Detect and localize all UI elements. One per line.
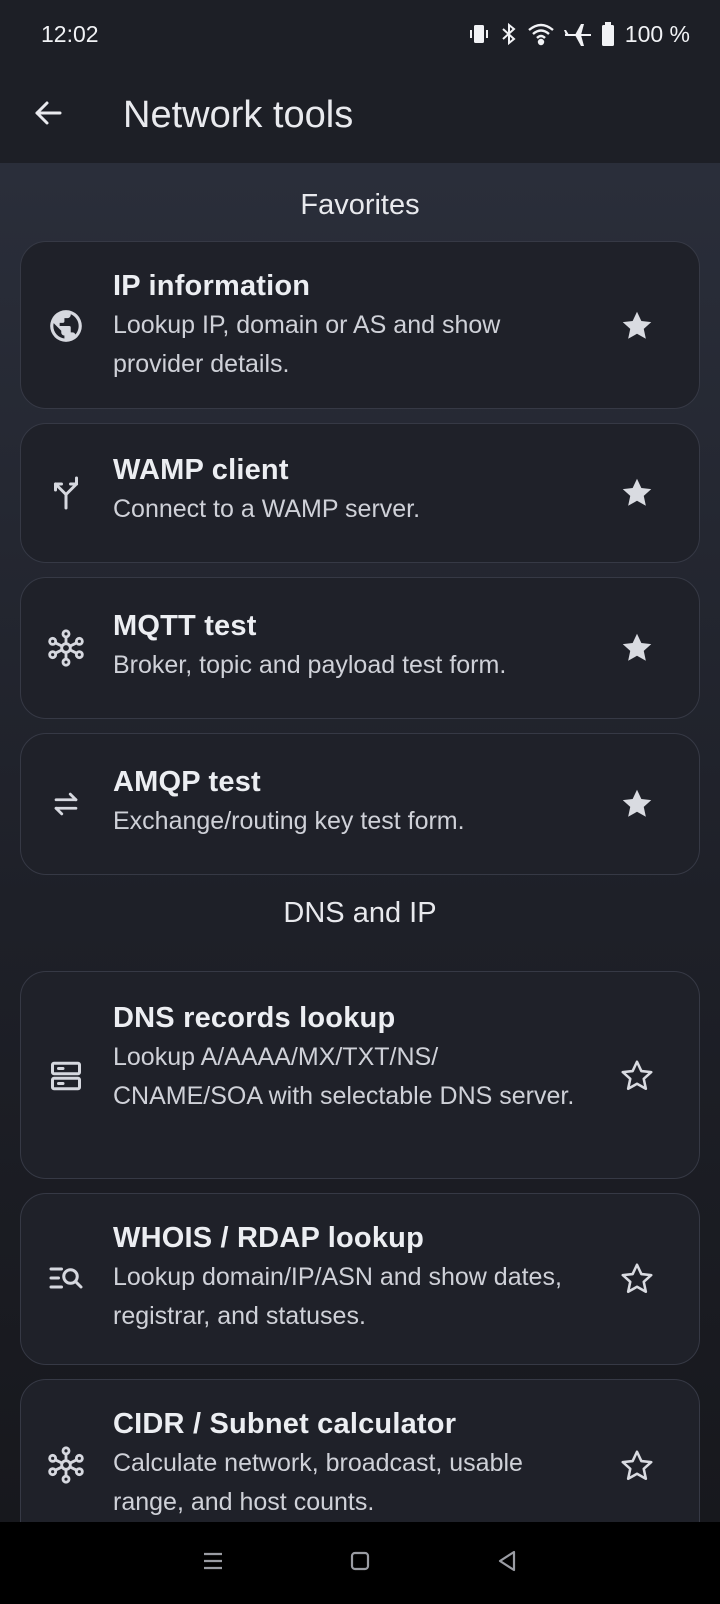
airplane-icon — [563, 22, 593, 46]
battery-icon — [601, 22, 615, 46]
favorite-star-filled-icon[interactable] — [615, 471, 659, 515]
tool-card-amqp-test[interactable]: AMQP test Exchange/routing key test form… — [20, 733, 700, 875]
status-icons: 100 % — [467, 21, 690, 48]
wifi-icon — [527, 22, 555, 46]
card-title: CIDR / Subnet calculator — [113, 1408, 457, 1440]
section-header-favorites: Favorites — [300, 189, 420, 221]
battery-percent: 100 % — [624, 20, 690, 47]
menu-lines-icon — [201, 1550, 225, 1577]
card-description: Lookup A/AAAA/MX/TXT/NS/ CNAME/SOA with … — [113, 1043, 575, 1110]
back-nav-button[interactable] — [483, 1539, 531, 1587]
tool-card-ip-information[interactable]: IP information Lookup IP, domain or AS a… — [20, 241, 700, 409]
arrow-back-icon — [32, 97, 64, 134]
tool-card-whois-rdap-lookup[interactable]: WHOIS / RDAP lookup Lookup domain/IP/ASN… — [20, 1193, 700, 1365]
card-title: DNS records lookup — [113, 1002, 396, 1034]
triangle-back-icon — [495, 1549, 519, 1578]
card-description: Lookup domain/IP/ASN and show dates, reg… — [113, 1263, 562, 1330]
status-bar: 12:02 100 % — [0, 0, 720, 68]
favorite-star-outline-icon[interactable] — [615, 1257, 659, 1301]
card-title: WHOIS / RDAP lookup — [113, 1222, 424, 1254]
status-time: 12:02 — [41, 20, 99, 47]
card-title: AMQP test — [113, 766, 261, 798]
tool-card-mqtt-test[interactable]: MQTT test Broker, topic and payload test… — [20, 577, 700, 719]
recents-button[interactable] — [189, 1539, 237, 1587]
favorite-star-filled-icon[interactable] — [615, 626, 659, 670]
tool-card-cidr-subnet-calculator[interactable]: CIDR / Subnet calculator Calculate netwo… — [20, 1379, 700, 1522]
dns-server-icon — [45, 1055, 87, 1097]
card-title: IP information — [113, 270, 311, 302]
tool-card-wamp-client[interactable]: WAMP client Connect to a WAMP server. — [20, 423, 700, 563]
favorite-star-outline-icon[interactable] — [615, 1054, 659, 1098]
app-bar: Network tools — [0, 68, 720, 163]
list-search-icon — [45, 1257, 87, 1299]
card-description: Lookup IP, domain or AS and show provide… — [113, 311, 501, 378]
hub-icon — [45, 627, 87, 669]
card-description: Exchange/routing key test form. — [113, 807, 465, 835]
back-button[interactable] — [18, 86, 78, 146]
card-title: MQTT test — [113, 610, 257, 642]
card-description: Broker, topic and payload test form. — [113, 651, 507, 679]
page-title: Network tools — [123, 94, 354, 136]
bluetooth-icon — [499, 22, 519, 46]
card-description: Calculate network, broadcast, usable ran… — [113, 1449, 523, 1516]
favorite-star-filled-icon[interactable] — [615, 304, 659, 348]
favorite-star-filled-icon[interactable] — [615, 782, 659, 826]
home-button[interactable] — [336, 1539, 384, 1587]
section-header-dns-and-ip: DNS and IP — [283, 897, 437, 929]
system-navigation-bar — [0, 1522, 720, 1604]
hub-icon — [45, 1444, 87, 1486]
globe-icon — [45, 305, 87, 347]
vibrate-icon — [467, 22, 491, 46]
fork-icon — [45, 472, 87, 514]
card-title: WAMP client — [113, 454, 289, 486]
tool-list[interactable]: Favorites IP information Lookup IP, doma… — [0, 163, 720, 1522]
tool-card-dns-records-lookup[interactable]: DNS records lookup Lookup A/AAAA/MX/TXT/… — [20, 971, 700, 1179]
swap-icon — [45, 783, 87, 825]
square-home-icon — [349, 1550, 371, 1577]
card-description: Connect to a WAMP server. — [113, 495, 421, 523]
favorite-star-outline-icon[interactable] — [615, 1444, 659, 1488]
